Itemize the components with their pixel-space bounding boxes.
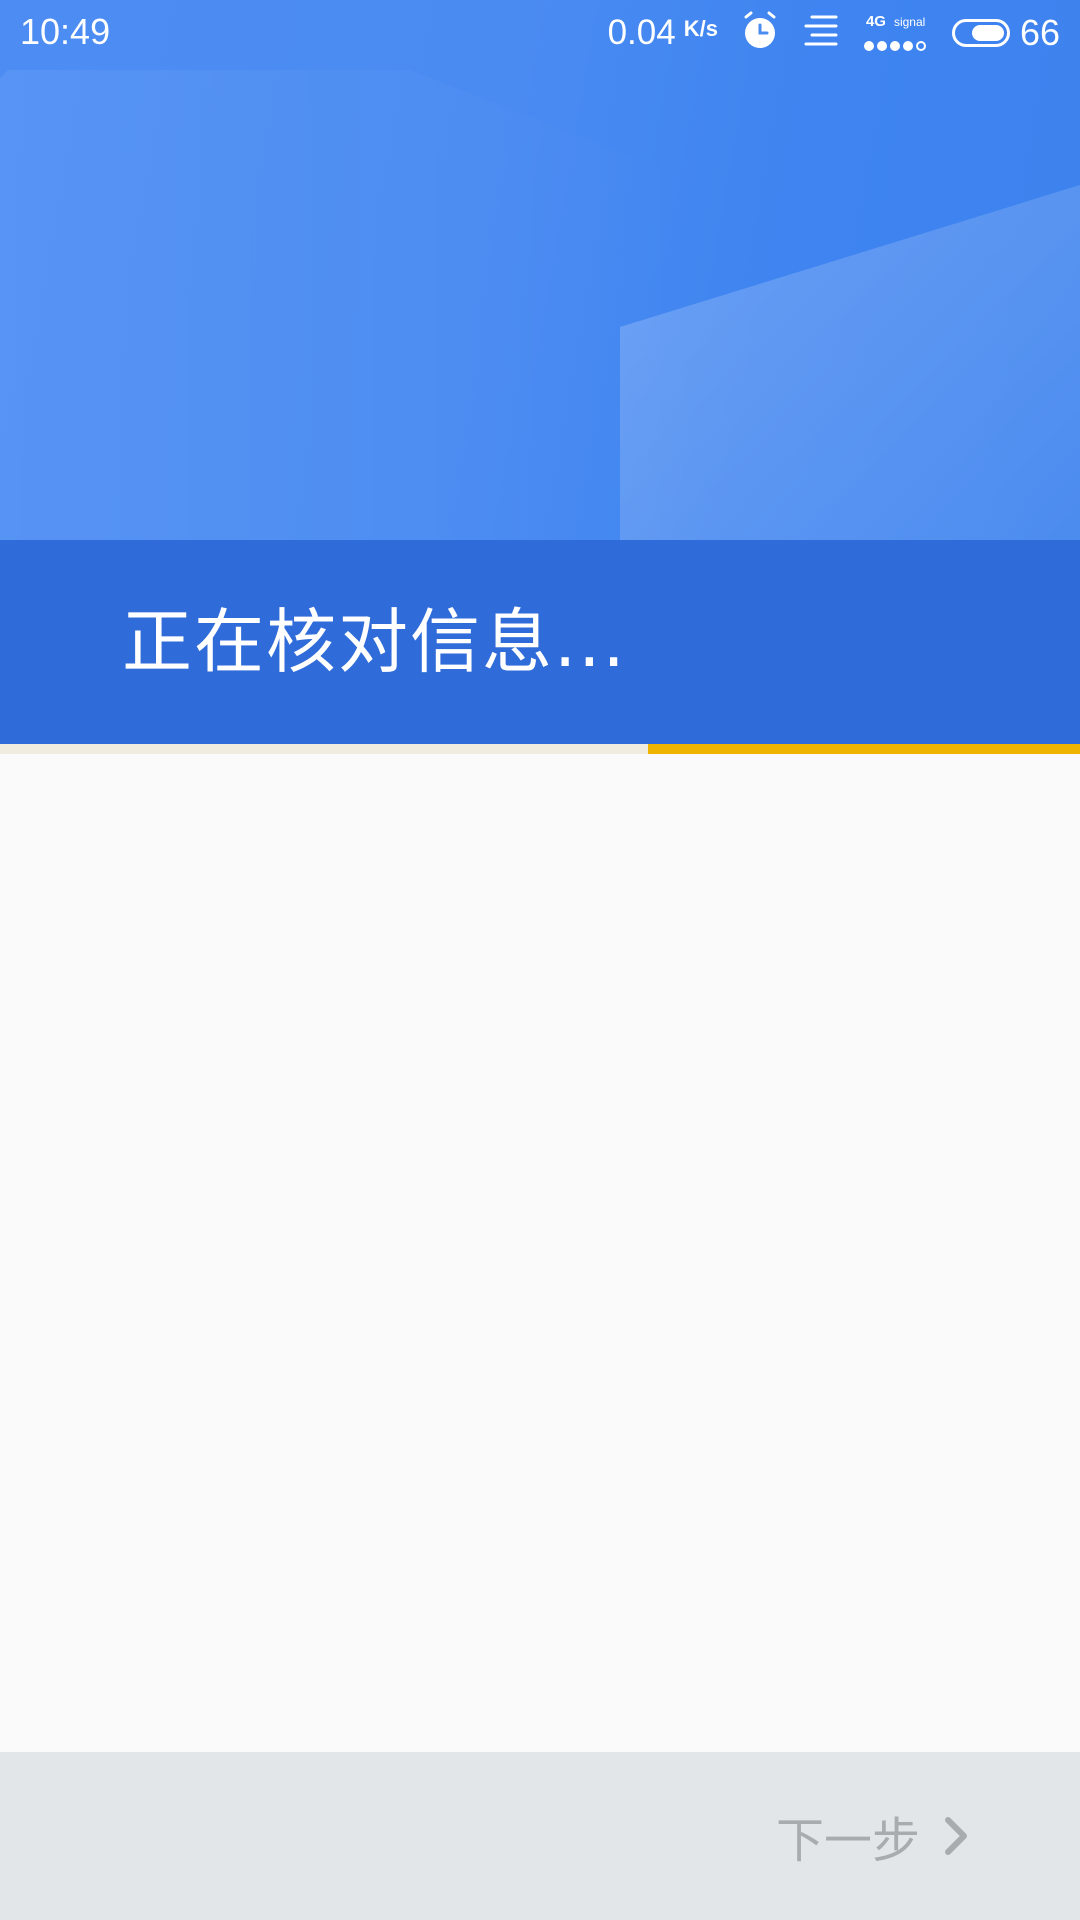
footer-bar: 下一步 xyxy=(0,1752,1080,1920)
network-speed: 0.04 K/s xyxy=(608,13,718,53)
network-speed-value: 0.04 xyxy=(607,13,676,52)
signal-icon: 4G signal xyxy=(863,13,930,53)
notification-lines-icon xyxy=(802,11,842,55)
next-button-label: 下一步 xyxy=(775,1813,920,1869)
progress-bar xyxy=(0,744,1080,754)
signal-dot xyxy=(889,41,900,51)
battery-icon xyxy=(951,19,1010,47)
battery-level: 66 xyxy=(1019,12,1060,53)
content-area xyxy=(0,754,1080,1752)
network-type: 4G xyxy=(865,13,886,30)
chevron-right-icon xyxy=(942,1814,970,1858)
network-speed-unit: K/s xyxy=(683,16,718,41)
progress-fill xyxy=(648,744,1080,754)
status-icons: 0.04 K/s 4G signal 66 xyxy=(608,10,1060,56)
page-title: 正在核对信息... xyxy=(122,601,627,683)
signal-dot xyxy=(876,41,887,51)
signal-dot xyxy=(902,41,913,51)
status-time: 10:49 xyxy=(20,11,111,52)
header-background xyxy=(0,0,1080,540)
battery-fill xyxy=(971,25,1004,41)
alarm-icon xyxy=(740,11,780,55)
decorative-shape-left xyxy=(0,70,720,540)
screen: 10:49 0.04 K/s 4G signal 66 正在核对信息... 下一… xyxy=(0,0,1080,1920)
battery: 66 xyxy=(951,12,1060,54)
status-bar: 10:49 0.04 K/s 4G signal 66 xyxy=(0,0,1080,66)
signal-label: signal xyxy=(893,15,926,29)
signal-dot xyxy=(863,41,874,51)
next-button[interactable]: 下一步 xyxy=(776,1796,970,1876)
title-band: 正在核对信息... xyxy=(0,540,1080,744)
signal-dots xyxy=(863,41,926,51)
signal-dot xyxy=(915,41,926,51)
